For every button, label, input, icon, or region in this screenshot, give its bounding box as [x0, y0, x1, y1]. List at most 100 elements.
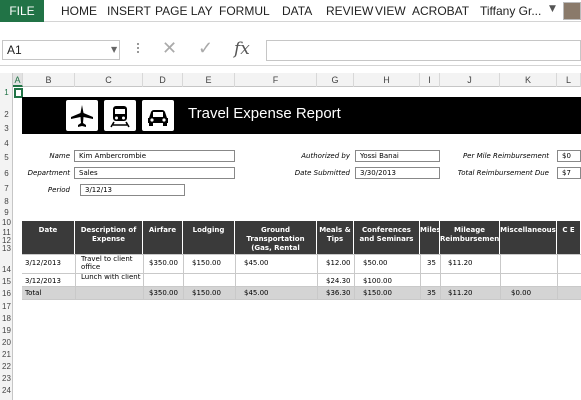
authorized-by-label: Authorized by	[301, 152, 350, 160]
row-header-14[interactable]: 14	[0, 265, 13, 274]
table-cell[interactable]: $50.00	[360, 259, 420, 267]
column-header-a[interactable]: A	[13, 73, 23, 87]
per-mile-reimbursement-label: Per Mile Reimbursement	[462, 152, 549, 160]
name-label: Name	[49, 152, 70, 160]
row-header-5[interactable]: 5	[0, 153, 13, 162]
name-box-dropdown-icon[interactable]: ▼	[111, 45, 117, 54]
tab-insert[interactable]: INSERT	[107, 0, 151, 22]
tab-formulas[interactable]: FORMUL	[219, 0, 270, 22]
insert-function-icon[interactable]: fx	[234, 39, 250, 59]
period-field[interactable]: 3/12/13	[80, 184, 185, 196]
date-submitted-field[interactable]: 3/30/2013	[355, 167, 440, 179]
row-header-15[interactable]: 15	[0, 277, 13, 286]
row-header-18[interactable]: 18	[0, 314, 13, 323]
column-header-j[interactable]: J	[440, 73, 500, 87]
table-cell[interactable]: $150.00	[189, 259, 235, 267]
airplane-icon	[65, 99, 99, 132]
column-header-k[interactable]: K	[500, 73, 557, 87]
header-airfare: Airfare	[143, 221, 183, 254]
row-header-16[interactable]: 16	[0, 289, 13, 298]
header-lodging: Lodging	[183, 221, 235, 254]
header-meals-tips: Meals & Tips	[317, 221, 354, 254]
row-header-2[interactable]: 2	[0, 110, 13, 119]
report-title: Travel Expense Report	[188, 105, 341, 122]
total-cell[interactable]: $45.00	[241, 289, 317, 297]
table-cell[interactable]: $11.20	[445, 259, 500, 267]
table-cell[interactable]: Lunch with client	[78, 273, 143, 287]
column-header-e[interactable]: E	[183, 73, 235, 87]
tab-acrobat[interactable]: ACROBAT	[412, 0, 469, 22]
row-header-3[interactable]: 3	[0, 124, 13, 133]
row-header-13[interactable]: 13	[0, 244, 13, 253]
train-icon	[103, 99, 137, 132]
user-account-name[interactable]: Tiffany Gr...	[480, 0, 541, 22]
row-header-9[interactable]: 9	[0, 208, 13, 217]
tab-home[interactable]: HOME	[61, 0, 97, 22]
total-cell[interactable]: $36.30	[323, 289, 354, 297]
file-tab[interactable]: FILE	[0, 0, 44, 22]
header-miles: Miles	[420, 221, 440, 254]
table-cell[interactable]: 35	[424, 259, 440, 267]
table-grid-line	[75, 254, 76, 299]
row-header-17[interactable]: 17	[0, 302, 13, 311]
row-header-7[interactable]: 7	[0, 184, 13, 193]
row-header-1[interactable]: 1	[0, 88, 13, 97]
name-field[interactable]: Kim Ambercrombie	[74, 150, 235, 162]
cancel-icon[interactable]: ✕	[162, 38, 177, 59]
row-header-8[interactable]: 8	[0, 197, 13, 206]
per-mile-reimbursement-field[interactable]: $0	[557, 150, 581, 162]
row-header-23[interactable]: 23	[0, 374, 13, 383]
row-header-19[interactable]: 19	[0, 326, 13, 335]
column-header-b[interactable]: B	[23, 73, 75, 87]
row-header-4[interactable]: 4	[0, 139, 13, 148]
column-header-c[interactable]: C	[75, 73, 143, 87]
department-field[interactable]: Sales	[74, 167, 235, 179]
tab-view[interactable]: VIEW	[375, 0, 406, 22]
row-header-10[interactable]: 10	[0, 218, 13, 227]
total-cell[interactable]: 35	[424, 289, 440, 297]
table-grid-line	[22, 254, 581, 255]
total-cell[interactable]: $0.00	[508, 289, 557, 297]
tab-review[interactable]: REVIEW	[326, 0, 373, 22]
column-header-d[interactable]: D	[143, 73, 183, 87]
table-cell[interactable]: $100.00	[360, 277, 420, 285]
formula-input[interactable]	[266, 40, 581, 61]
column-header-i[interactable]: I	[420, 73, 440, 87]
car-icon	[141, 99, 175, 132]
column-header-g[interactable]: G	[317, 73, 354, 87]
column-header-h[interactable]: H	[354, 73, 420, 87]
total-cell[interactable]: $350.00	[146, 289, 183, 297]
formula-bar-resize-handle[interactable]	[136, 41, 140, 57]
row-header-22[interactable]: 22	[0, 362, 13, 371]
table-cell[interactable]: 3/12/2013	[22, 259, 75, 267]
avatar[interactable]	[563, 2, 581, 20]
row-header-24[interactable]: 24	[0, 386, 13, 395]
total-cell[interactable]: $11.20	[445, 289, 500, 297]
header-date: Date	[22, 221, 75, 254]
column-header-l[interactable]: L	[557, 73, 581, 87]
authorized-by-field[interactable]: Yossi Banai	[355, 150, 440, 162]
table-grid-line	[143, 254, 144, 299]
user-menu-caret-icon[interactable]: ▼	[549, 4, 556, 14]
tab-page-layout[interactable]: PAGE LAY	[155, 0, 213, 22]
tab-data[interactable]: DATA	[282, 0, 312, 22]
empty-cell-area[interactable]	[14, 300, 581, 400]
total-reimbursement-field[interactable]: $7	[557, 167, 581, 179]
table-cell[interactable]: $45.00	[241, 259, 317, 267]
table-cell[interactable]: Travel to client office	[78, 255, 143, 273]
table-cell[interactable]: $12.00	[323, 259, 354, 267]
header-miscellaneous: Miscellaneous	[500, 221, 557, 254]
total-cell[interactable]: $150.00	[360, 289, 420, 297]
name-box[interactable]: A1	[2, 40, 120, 60]
table-grid-line	[235, 254, 236, 299]
row-header-20[interactable]: 20	[0, 338, 13, 347]
column-header-f[interactable]: F	[235, 73, 317, 87]
table-cell[interactable]: $350.00	[146, 259, 183, 267]
table-cell[interactable]: $24.30	[323, 277, 354, 285]
select-all-corner[interactable]	[0, 73, 13, 87]
table-grid-line	[440, 254, 441, 299]
table-cell[interactable]: 3/12/2013	[22, 277, 75, 285]
total-cell[interactable]: $150.00	[189, 289, 235, 297]
row-header-21[interactable]: 21	[0, 350, 13, 359]
enter-icon[interactable]: ✓	[198, 38, 213, 59]
